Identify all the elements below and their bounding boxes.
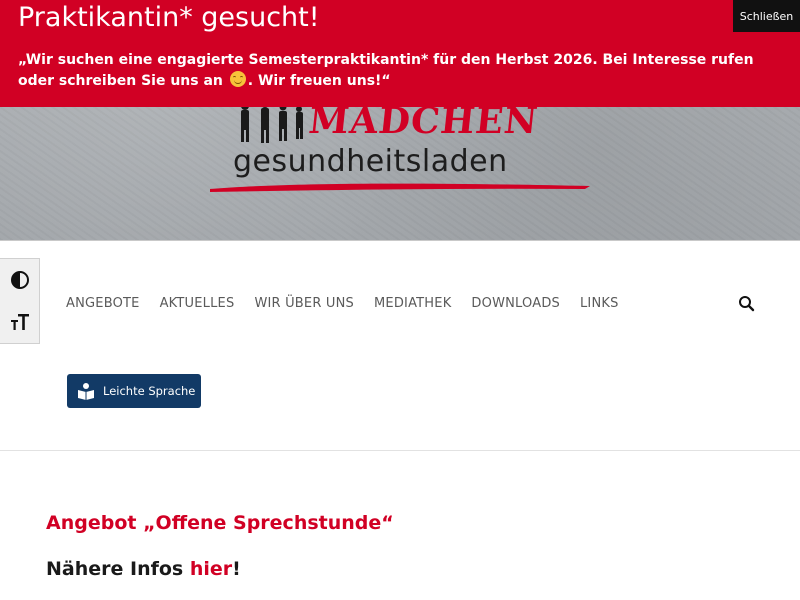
nav-item-aktuelles[interactable]: AKTUELLES [160, 296, 235, 311]
notification-banner: Praktikantin* gesucht! „Wir suchen eine … [0, 0, 800, 107]
content-divider [0, 450, 800, 451]
logo-word-gesundheitsladen: gesundheitsladen [233, 144, 508, 179]
search-icon [739, 296, 755, 312]
banner-text: „Wir suchen eine engagierte Semesterprak… [18, 50, 788, 92]
info-line: Nähere Infos hier! [46, 558, 241, 580]
site-logo[interactable]: MÄDCHEN gesundheitsladen [205, 100, 595, 200]
font-size-icon [10, 314, 29, 330]
offer-heading: Angebot „Offene Sprechstunde“ [46, 512, 394, 534]
easy-language-icon [78, 383, 94, 400]
info-link[interactable]: hier [190, 558, 232, 580]
nav-item-wir-ueber-uns[interactable]: WIR ÜBER UNS [254, 296, 354, 311]
nav-item-angebote[interactable]: ANGEBOTE [66, 296, 140, 311]
nav-item-downloads[interactable]: DOWNLOADS [471, 296, 560, 311]
contrast-icon [10, 271, 29, 289]
leichte-sprache-button[interactable]: Leichte Sprache [67, 374, 201, 408]
font-size-toggle-button[interactable] [0, 301, 39, 343]
banner-title: Praktikantin* gesucht! [18, 2, 320, 33]
info-suffix: ! [232, 558, 241, 580]
banner-close-button[interactable]: Schließen [733, 0, 800, 32]
smiling-face-emoji-icon [229, 71, 246, 87]
leichte-sprache-label: Leichte Sprache [103, 384, 196, 398]
nav-item-links[interactable]: LINKS [580, 296, 619, 311]
search-button[interactable] [737, 294, 757, 314]
nav-item-mediathek[interactable]: MEDIATHEK [374, 296, 451, 311]
banner-text-part-2: . Wir freuen uns!“ [247, 73, 391, 89]
info-prefix: Nähere Infos [46, 558, 190, 580]
logo-brush-stroke [210, 183, 590, 192]
accessibility-toolbar [0, 258, 40, 344]
main-navigation: ANGEBOTE AKTUELLES WIR ÜBER UNS MEDIATHE… [66, 296, 619, 311]
contrast-toggle-button[interactable] [0, 259, 39, 301]
